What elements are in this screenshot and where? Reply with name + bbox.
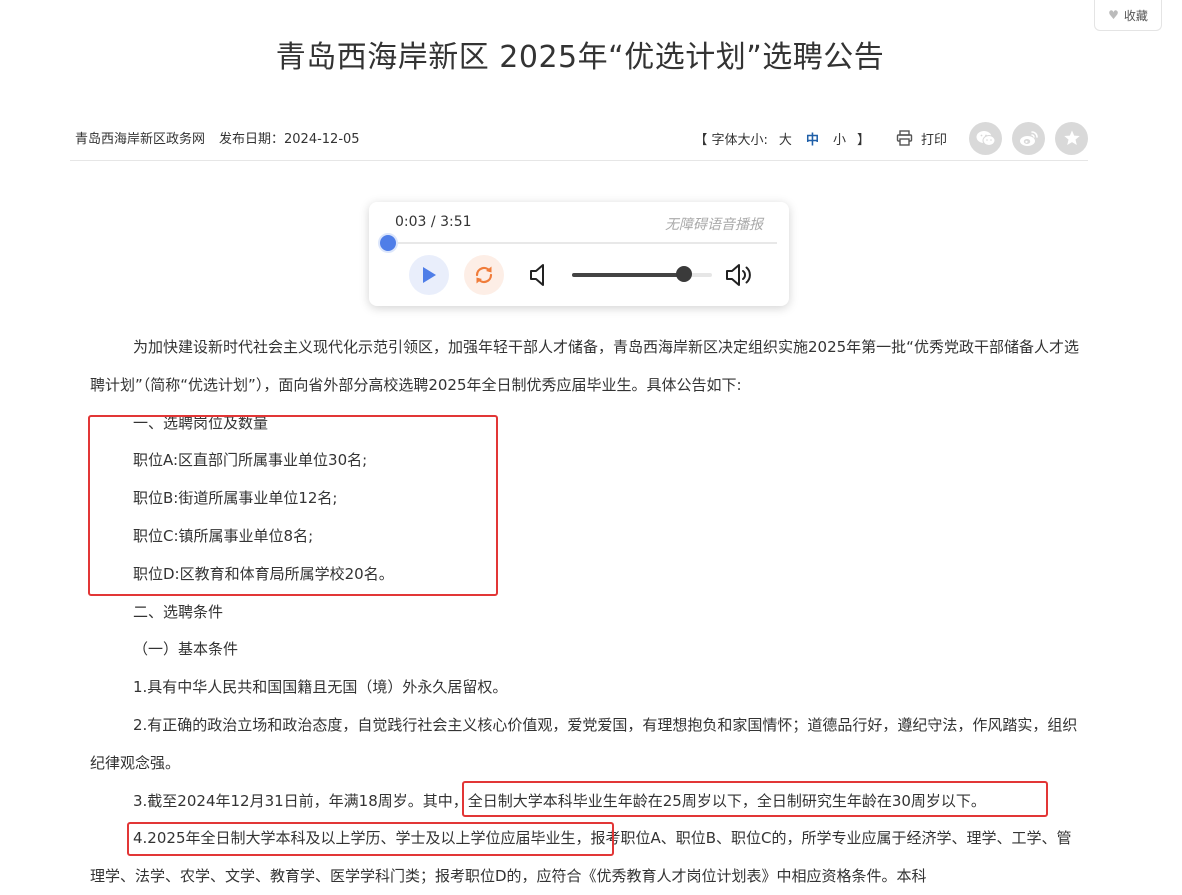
favorite-button[interactable]: ♥ 收藏 [1094,0,1162,31]
volume-max-button[interactable] [721,255,761,295]
font-size-medium-button[interactable]: 中 [803,129,822,148]
font-size-control: 【 字体大小: 大 中 小 】 [694,129,870,148]
font-size-label: 【 字体大小: [694,132,768,148]
meta-bar: 青岛西海岸新区政务网 发布日期：2024-12-05 【 字体大小: 大 中 小… [70,118,1088,161]
condition-4: 4.2025年全日制大学本科及以上学历、学士及以上学位应届毕业生，报考职位A、职… [90,829,1072,886]
favorite-share-button[interactable] [1055,121,1088,155]
mute-button[interactable] [519,255,559,295]
publish-date: 发布日期：2024-12-05 [219,132,360,147]
current-time: 0:03 [395,214,427,230]
font-size-large-button[interactable]: 大 [776,129,795,148]
page-title: 青岛西海岸新区 2025年“优选计划”选聘公告 [275,40,885,75]
condition-3: 3.截至2024年12月31日前，年满18周岁。其中，全日制大学本科毕业生年龄在… [133,791,986,810]
print-label: 打印 [920,132,947,148]
position-d: 职位D:区教育和体育局所属学校20名。 [133,564,394,583]
progress-handle[interactable] [378,233,399,253]
position-a: 职位A:区直部门所属事业单位30名; [133,451,368,470]
article-source: 青岛西海岸新区政务网 [75,132,206,147]
font-size-bracket-close: 】 [856,132,870,148]
position-c: 职位C:镇所属事业单位8名; [133,526,314,545]
time-separator: / [430,214,436,230]
progress-bar[interactable] [383,242,777,244]
play-icon [423,267,436,283]
condition-2: 2.有正确的政治立场和政治态度，自觉践行社会主义核心价值观，爱党爱国，有理想抱负… [90,715,1078,772]
wechat-icon [976,130,995,146]
intro-paragraph: 为加快建设新时代社会主义现代化示范引领区，加强年轻干部人才储备，青岛西海岸新区决… [90,338,1079,394]
share-buttons [969,121,1088,155]
weibo-icon [1019,130,1038,146]
print-button[interactable]: 打印 [896,129,947,148]
player-time: 0:03 / 3:51 [395,214,472,230]
speaker-icon [530,264,544,286]
star-icon [1063,130,1080,145]
weibo-share-button[interactable] [1012,121,1045,155]
duration: 3:51 [440,214,472,230]
audio-player: 0:03 / 3:51 无障碍语音播报 [369,202,789,306]
wechat-share-button[interactable] [969,121,1002,155]
favorite-label: 收藏 [1123,8,1148,23]
section-heading-positions: 一、选聘岗位及数量 [133,413,269,432]
play-button[interactable] [409,255,449,295]
page: ♥ 收藏 青岛西海岸新区 2025年“优选计划”选聘公告 青岛西海岸新区政务网 … [0,0,1182,895]
loop-icon [475,266,493,284]
font-size-small-button[interactable]: 小 [830,129,849,148]
volume-up-icon [726,264,751,286]
article-tools: 【 字体大小: 大 中 小 】 打印 [694,120,1088,156]
section-heading-conditions: 二、选聘条件 [133,602,224,621]
volume-handle[interactable] [676,266,692,282]
player-label: 无障碍语音播报 [665,217,763,233]
print-icon [896,130,913,146]
article-body: 为加快建设新时代社会主义现代化示范引领区，加强年轻干部人才储备，青岛西海岸新区决… [90,329,1082,895]
loop-button[interactable] [464,255,504,295]
article-meta: 青岛西海岸新区政务网 发布日期：2024-12-05 [75,128,360,147]
condition-1: 1.具有中华人民共和国国籍且无国（境）外永久居留权。 [133,678,508,697]
position-b: 职位B:街道所属事业单位12名; [133,489,338,508]
heart-icon: ♥ [1108,8,1119,22]
volume-fill [572,273,684,277]
subsection-basic-conditions: （一）基本条件 [133,640,239,659]
